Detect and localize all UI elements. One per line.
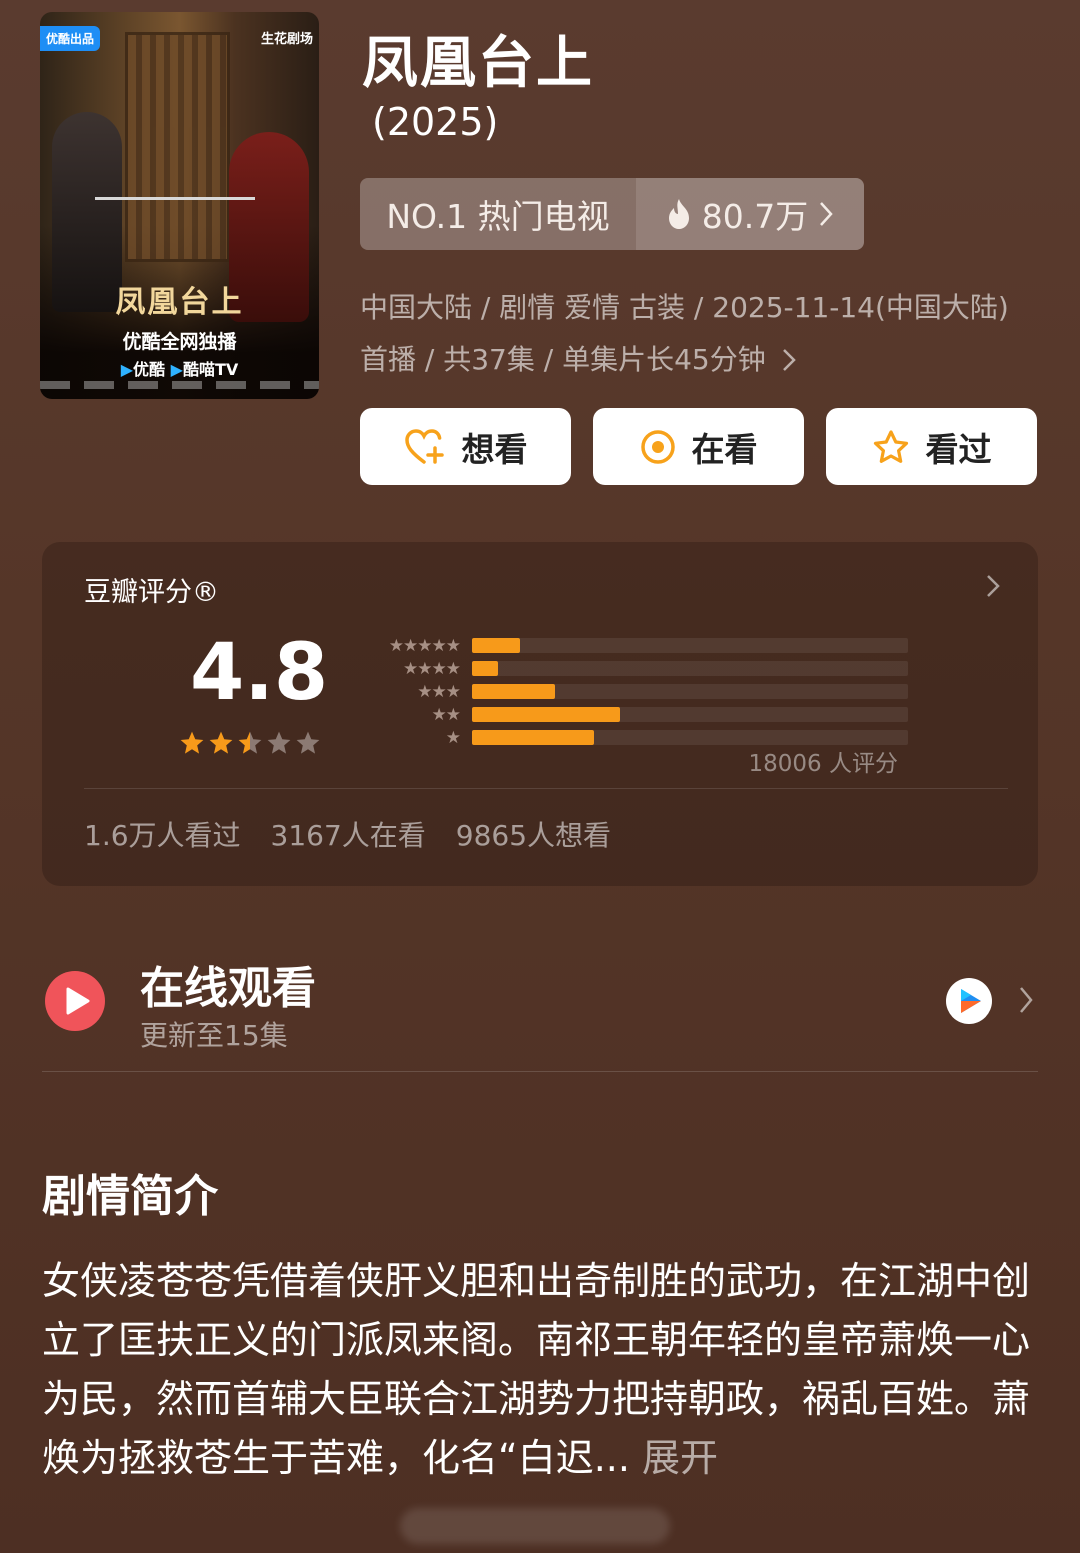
distribution-track [472,730,908,745]
synopsis-body: 女侠凌苍苍凭借着侠肝义胆和出奇制胜的武功，在江湖中创立了匡扶正义的门派凤来阁。南… [42,1259,1031,1480]
poster-badge-theater: 生花剧场 [260,32,313,47]
stat-want: 9865人想看 [455,819,612,852]
distribution-bar [472,707,621,722]
poster-platform-b: 酷喵TV [182,360,239,379]
rating-stats: 1.6万人看过 3167人在看 9865人想看 [84,814,611,854]
stat-watching: 3167人在看 [270,819,426,852]
rating-star-icon [180,731,204,754]
youku-triangle-icon: ▶ [120,360,134,379]
distribution-track [472,684,908,699]
watch-online-subtitle: 更新至15集 [140,1019,288,1052]
synopsis-title: 剧情简介 [42,1171,218,1222]
meta-text: 中国大陆 / 剧情 爱情 古装 / 2025-11-14(中国大陆) 首播 / … [360,291,1009,376]
rating-distribution: ★★★★★ ★★★★ ★★★ ★★ ★ [352,634,908,749]
rating-count: 18006 人评分 [748,751,898,777]
heat-value: 80.7万 [701,197,809,236]
show-year: (2025) [372,100,499,144]
rating-star-icon [296,731,320,754]
distribution-bar [472,730,595,745]
poster-title: 凤凰台上 [115,285,244,320]
heart-plus-icon [404,428,444,464]
kumiao-triangle-icon: ▶ [170,360,183,379]
distribution-stars-label: ★★★★ [403,658,461,679]
divider [84,788,1008,789]
distribution-stars-label: ★★★ [417,681,461,702]
rating-star-icon [209,731,233,754]
distribution-track [472,661,908,676]
distribution-stars-label: ★★ [431,704,461,725]
chevron-right-icon[interactable] [986,574,1000,598]
distribution-stars-label: ★ [445,727,461,748]
rating-star-icon [238,731,262,754]
watched-button[interactable]: 看过 [826,408,1037,485]
rank-label: NO.1 热门电视 [360,178,636,250]
chevron-right-icon [820,202,833,226]
watching-button[interactable]: 在看 [593,408,804,485]
distribution-row: ★★ [352,703,908,726]
watch-online-title[interactable]: 在线观看 [140,952,316,1016]
rating-stars [179,730,321,756]
synopsis-text: 女侠凌苍苍凭借着侠肝义胆和出奇制胜的武功，在江湖中创立了匡扶正义的门派凤来阁。南… [42,1252,1038,1488]
rating-title: 豆瓣评分® [84,577,219,608]
poster-credits [40,381,319,389]
poster-background [125,32,230,262]
chevron-right-icon [782,349,796,371]
distribution-track [472,707,908,722]
distribution-row: ★★★★★ [352,634,908,657]
star-outline-icon [873,429,908,463]
distribution-row: ★★★★ [352,657,908,680]
flame-icon [668,199,689,229]
want-to-watch-label: 想看 [461,429,528,469]
heat-section[interactable]: 80.7万 [636,178,864,250]
divider [42,1071,1038,1072]
poster-image[interactable]: 优酷出品 生花剧场 凤凰台上 优酷全网独播 ▶优酷 ▶酷喵TV [40,12,319,399]
watched-label: 看过 [925,429,992,469]
expand-link[interactable]: 展开 [642,1436,718,1480]
show-meta[interactable]: 中国大陆 / 剧情 爱情 古装 / 2025-11-14(中国大陆) 首播 / … [360,282,1020,386]
stat-watched: 1.6万人看过 [84,819,241,852]
poster-sword [95,197,255,200]
poster-platforms: ▶优酷 ▶酷喵TV [40,356,319,380]
distribution-bar [472,638,520,653]
poster-platform-a: 优酷 [133,360,166,379]
play-circle-icon[interactable] [44,970,106,1032]
rank-pill[interactable]: NO.1 热门电视 80.7万 [360,178,864,250]
target-icon [640,429,675,464]
chevron-right-icon[interactable] [1018,985,1034,1015]
blurred-watermark [400,1508,670,1544]
rating-star-icon [267,731,291,754]
watching-label: 在看 [691,429,758,469]
distribution-bar [472,661,499,676]
poster-subtitle: 优酷全网独播 [122,331,237,353]
action-buttons: 想看 在看 看过 [360,408,1037,485]
distribution-row: ★★★ [352,680,908,703]
poster-badge-producer: 优酷出品 [40,26,101,51]
youku-logo-icon[interactable] [945,977,993,1025]
show-title: 凤凰台上 [362,31,594,96]
distribution-track [472,638,908,653]
douban-rating-card[interactable]: 豆瓣评分® 4.8 ★★★★★ ★★★★ ★★★ ★★ ★ 18006 人评分 1.6万… [42,542,1038,886]
want-to-watch-button[interactable]: 想看 [360,408,571,485]
rating-score: 4.8 [190,628,329,718]
distribution-stars-label: ★★★★★ [388,635,461,656]
distribution-bar [472,684,555,699]
